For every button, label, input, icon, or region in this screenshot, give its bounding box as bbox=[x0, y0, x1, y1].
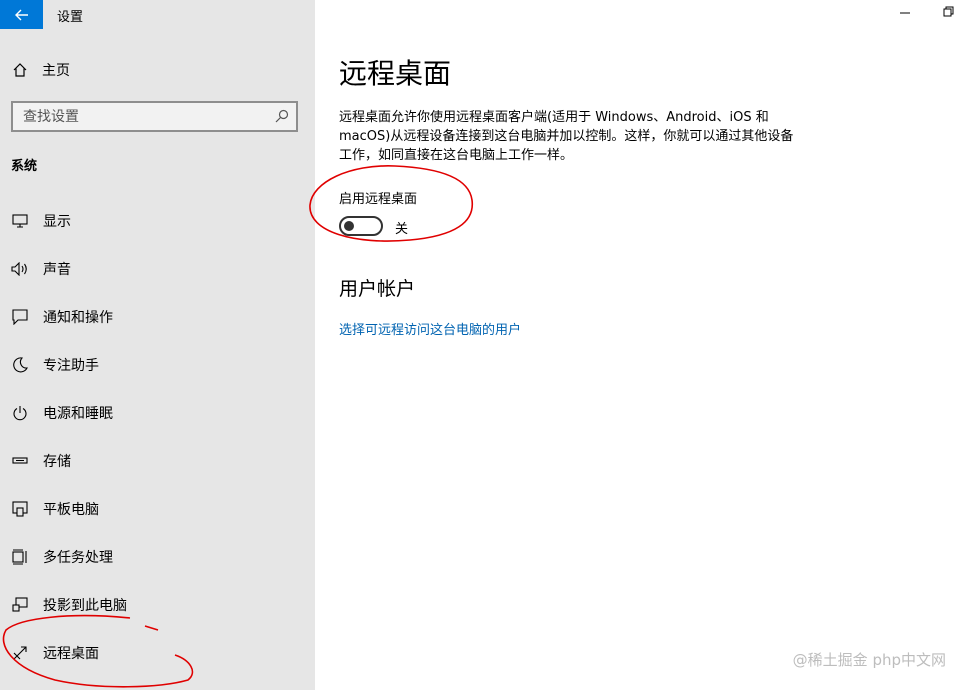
back-button[interactable] bbox=[0, 0, 43, 29]
sidebar-item-label: 远程桌面 bbox=[43, 646, 99, 662]
page-title: 远程桌面 bbox=[339, 57, 452, 90]
toggle-state-text: 关 bbox=[395, 222, 409, 237]
search-input[interactable] bbox=[23, 108, 263, 125]
main-content: 远程桌面 远程桌面允许你使用远程桌面客户端(适用于 Windows、Androi… bbox=[315, 0, 956, 690]
speaker-icon bbox=[11, 260, 29, 278]
search-box[interactable] bbox=[11, 101, 298, 132]
sidebar-item-label: 通知和操作 bbox=[43, 310, 113, 326]
sidebar-item-display[interactable]: 显示 bbox=[0, 201, 315, 241]
sidebar-item-tablet[interactable]: 平板电脑 bbox=[0, 489, 315, 529]
search-icon bbox=[275, 109, 289, 123]
sidebar-item-project-to-pc[interactable]: 投影到此电脑 bbox=[0, 585, 315, 625]
sidebar-item-remote-desktop[interactable]: 远程桌面 bbox=[0, 633, 315, 673]
arrow-left-icon bbox=[14, 9, 28, 20]
sidebar-item-label: 存储 bbox=[43, 454, 71, 470]
sidebar-item-label: 多任务处理 bbox=[43, 550, 113, 566]
remote-desktop-description: 远程桌面允许你使用远程桌面客户端(适用于 Windows、Android、iOS… bbox=[339, 110, 794, 163]
enable-remote-desktop-label: 启用远程桌面 bbox=[339, 192, 418, 207]
sidebar-item-multitasking[interactable]: 多任务处理 bbox=[0, 537, 315, 577]
restore-icon bbox=[943, 6, 954, 17]
nav-home[interactable]: 主页 bbox=[12, 58, 70, 82]
sidebar: 设置 主页 系统 显示 声音 通知和操作 专注助手 电源和睡眠 存储 平板电脑 … bbox=[0, 0, 315, 690]
moon-icon bbox=[11, 356, 29, 374]
sidebar-item-label: 专注助手 bbox=[43, 358, 99, 374]
app-title: 设置 bbox=[57, 10, 84, 25]
watermark: @稀土掘金 php中文网 bbox=[792, 651, 946, 669]
sidebar-item-label: 投影到此电脑 bbox=[43, 598, 127, 614]
power-icon bbox=[11, 404, 29, 422]
sidebar-item-power-sleep[interactable]: 电源和睡眠 bbox=[0, 393, 315, 433]
notification-icon bbox=[11, 308, 29, 326]
sidebar-item-notifications[interactable]: 通知和操作 bbox=[0, 297, 315, 337]
minimize-button[interactable] bbox=[898, 5, 912, 19]
sidebar-item-sound[interactable]: 声音 bbox=[0, 249, 315, 289]
section-system-label: 系统 bbox=[11, 159, 38, 174]
toggle-knob bbox=[344, 221, 354, 231]
tablet-icon bbox=[11, 500, 29, 518]
home-icon bbox=[13, 63, 27, 77]
select-remote-users-link[interactable]: 选择可远程访问这台电脑的用户 bbox=[339, 319, 521, 338]
sidebar-item-storage[interactable]: 存储 bbox=[0, 441, 315, 481]
restore-button[interactable] bbox=[942, 5, 956, 19]
storage-icon bbox=[11, 452, 29, 470]
monitor-icon bbox=[11, 212, 29, 230]
sidebar-item-label: 显示 bbox=[43, 214, 71, 230]
sidebar-item-label: 声音 bbox=[43, 262, 71, 278]
sidebar-item-focus-assist[interactable]: 专注助手 bbox=[0, 345, 315, 385]
sidebar-item-label: 平板电脑 bbox=[43, 502, 99, 518]
nav-home-label: 主页 bbox=[42, 63, 70, 79]
multitask-icon bbox=[11, 548, 29, 566]
sidebar-item-label: 电源和睡眠 bbox=[43, 406, 113, 422]
project-icon bbox=[11, 596, 29, 614]
minimize-icon bbox=[900, 12, 910, 14]
remote-desktop-icon bbox=[11, 644, 29, 662]
enable-remote-desktop-toggle[interactable] bbox=[339, 216, 383, 236]
user-accounts-heading: 用户帐户 bbox=[339, 278, 416, 300]
